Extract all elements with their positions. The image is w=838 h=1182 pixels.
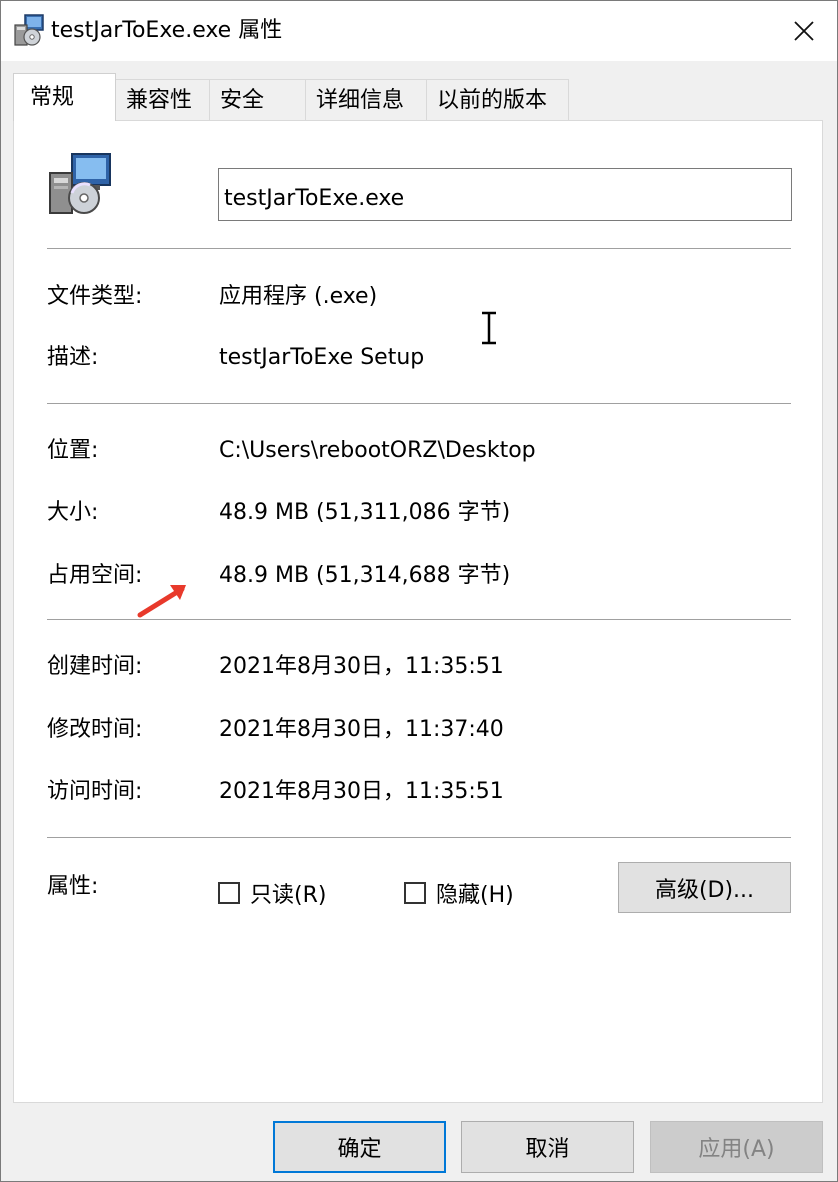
created-value: 2021年8月30日，11:35:51 bbox=[219, 654, 504, 679]
tab-details-label: 详细信息 bbox=[316, 88, 405, 113]
file-name-field[interactable] bbox=[218, 168, 792, 221]
accessed-label: 访问时间: bbox=[47, 779, 143, 804]
description-label: 描述: bbox=[47, 345, 99, 370]
hidden-checkbox-label: 隐藏(H) bbox=[436, 883, 514, 908]
modified-value: 2021年8月30日，11:37:40 bbox=[219, 717, 504, 742]
annotation-arrow-icon bbox=[137, 585, 186, 618]
exe-installer-icon bbox=[49, 153, 111, 214]
close-button[interactable] bbox=[771, 1, 837, 61]
tab-previous-versions[interactable]: 以前的版本 bbox=[426, 79, 569, 120]
title-bar[interactable]: testJarToExe.exe 属性 bbox=[1, 1, 837, 61]
apply-button[interactable]: 应用(A) bbox=[650, 1121, 823, 1173]
readonly-checkbox-label: 只读(R) bbox=[250, 883, 327, 908]
size-on-disk-label: 占用空间: bbox=[47, 563, 143, 588]
close-icon bbox=[794, 21, 814, 41]
attributes-label: 属性: bbox=[47, 874, 99, 899]
window-title: testJarToExe.exe 属性 bbox=[51, 18, 283, 43]
general-panel: 文件类型: 应用程序 (.exe) 描述: testJarToExe Setup… bbox=[13, 120, 823, 1103]
file-type-value: 应用程序 (.exe) bbox=[219, 284, 378, 309]
location-label: 位置: bbox=[47, 438, 99, 463]
advanced-button[interactable]: 高级(D)... bbox=[618, 862, 791, 913]
cancel-button[interactable]: 取消 bbox=[461, 1121, 634, 1173]
file-type-label: 文件类型: bbox=[47, 284, 143, 309]
tab-details[interactable]: 详细信息 bbox=[305, 79, 427, 120]
created-label: 创建时间: bbox=[47, 654, 143, 679]
tab-general-label: 常规 bbox=[30, 85, 75, 110]
tab-security-label: 安全 bbox=[220, 88, 265, 113]
separator bbox=[47, 619, 791, 620]
location-value: C:\Users\rebootORZ\Desktop bbox=[219, 438, 536, 463]
exe-installer-icon bbox=[14, 14, 44, 46]
tab-compatibility-label: 兼容性 bbox=[126, 88, 193, 113]
modified-label: 修改时间: bbox=[47, 717, 143, 742]
size-on-disk-value: 48.9 MB (51,314,688 字节) bbox=[219, 563, 511, 588]
size-label: 大小: bbox=[47, 500, 99, 525]
hidden-checkbox[interactable]: 隐藏(H) bbox=[404, 878, 514, 908]
description-value: testJarToExe Setup bbox=[219, 345, 425, 370]
ok-button[interactable]: 确定 bbox=[273, 1121, 446, 1173]
size-value: 48.9 MB (51,311,086 字节) bbox=[219, 500, 511, 525]
checkbox-box[interactable] bbox=[218, 882, 240, 904]
tab-general[interactable]: 常规 bbox=[13, 73, 116, 121]
accessed-value: 2021年8月30日，11:35:51 bbox=[219, 779, 504, 804]
separator bbox=[47, 403, 791, 404]
properties-dialog: testJarToExe.exe 属性 常规 兼容性 安全 详细信息 以前的版本… bbox=[0, 0, 838, 1182]
separator bbox=[47, 248, 791, 249]
checkbox-box[interactable] bbox=[404, 882, 426, 904]
tab-security[interactable]: 安全 bbox=[209, 79, 306, 120]
text-cursor-icon bbox=[482, 311, 496, 345]
tab-compatibility[interactable]: 兼容性 bbox=[115, 79, 210, 120]
separator bbox=[47, 837, 791, 838]
readonly-checkbox[interactable]: 只读(R) bbox=[218, 878, 326, 908]
tab-previous-versions-label: 以前的版本 bbox=[437, 88, 548, 113]
